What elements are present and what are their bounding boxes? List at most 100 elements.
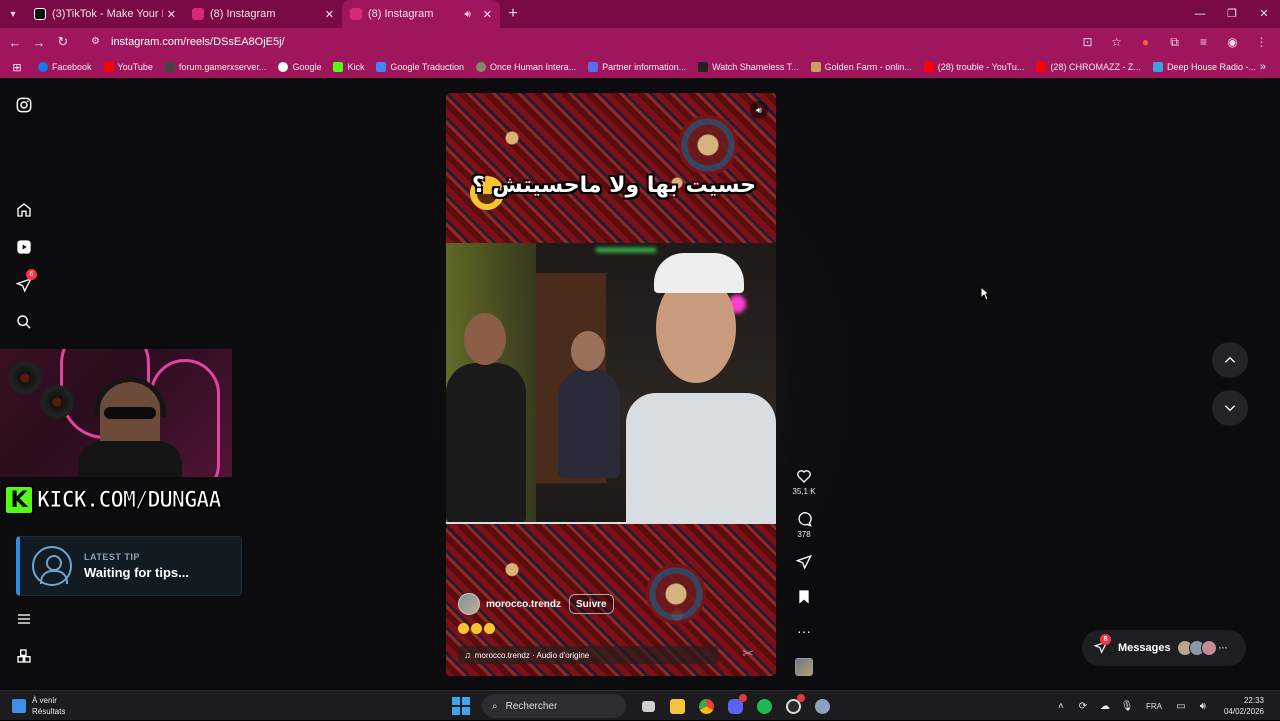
speaker-icon[interactable]: 🔊︎ bbox=[464, 9, 470, 20]
comment-button[interactable]: 378 bbox=[788, 511, 820, 539]
like-button[interactable]: 35,1 K bbox=[788, 468, 820, 496]
tab-instagram-active[interactable]: (8) Instagram 🔊︎ ✕ bbox=[342, 0, 500, 28]
save-button[interactable] bbox=[788, 589, 820, 605]
close-window-icon[interactable]: ✕ bbox=[1248, 0, 1280, 28]
bookmark-item[interactable]: (28) CHROMAZZ - Z... bbox=[1036, 62, 1141, 72]
clock[interactable]: 22:33 04/02/2026 bbox=[1224, 695, 1264, 717]
tab-instagram[interactable]: (8) Instagram ✕ bbox=[184, 0, 342, 28]
install-app-icon[interactable]: ⊡ bbox=[1073, 35, 1102, 49]
direct-messages-icon[interactable]: 6 bbox=[12, 269, 37, 297]
tab-tiktok[interactable]: (3)TikTok - Make Your Day ✕ bbox=[26, 0, 184, 28]
notification-badge bbox=[796, 694, 805, 702]
follow-button[interactable]: Suivre bbox=[569, 594, 614, 614]
sync-icon[interactable]: ⟳ bbox=[1072, 701, 1094, 712]
minimize-icon[interactable]: — bbox=[1184, 0, 1216, 28]
bookmark-item[interactable]: (28) trouble - YouTu... bbox=[923, 62, 1024, 72]
onedrive-icon[interactable]: ☁ bbox=[1094, 701, 1116, 712]
close-icon[interactable]: ✕ bbox=[167, 8, 176, 21]
profile-avatar[interactable]: ◉ bbox=[1218, 35, 1247, 49]
new-tab-button[interactable]: + bbox=[500, 5, 526, 23]
bookmark-item[interactable]: Partner information... bbox=[588, 62, 686, 72]
avatar bbox=[1200, 640, 1217, 656]
settings-icon[interactable] bbox=[811, 694, 835, 718]
instagram-icon bbox=[350, 8, 362, 20]
more-menu-icon[interactable]: ⋮ bbox=[1247, 35, 1276, 49]
bookmark-label: Once Human Intera... bbox=[490, 62, 577, 72]
bookmark-item[interactable]: Watch Shameless T... bbox=[698, 62, 799, 72]
partner-icon bbox=[588, 62, 599, 72]
bookmark-item[interactable]: YouTube bbox=[103, 62, 153, 72]
reel-caption: حسيت بها ولا ماحسيتش ؟ bbox=[471, 173, 757, 198]
forward-icon[interactable]: → bbox=[27, 35, 51, 50]
site-info-icon[interactable]: ⚙ bbox=[91, 36, 103, 48]
task-view-icon[interactable] bbox=[637, 694, 661, 718]
tab-title: (3)TikTok - Make Your Day bbox=[52, 8, 163, 20]
search-icon[interactable] bbox=[12, 310, 36, 334]
bookmark-label: YouTube bbox=[117, 62, 153, 72]
windows-start-icon[interactable] bbox=[452, 697, 470, 715]
audio-thumbnail[interactable] bbox=[795, 658, 813, 676]
home-icon[interactable] bbox=[12, 198, 36, 222]
discord-icon[interactable] bbox=[724, 694, 748, 718]
bookmark-item[interactable]: Google Traduction bbox=[376, 62, 464, 72]
reels-icon[interactable] bbox=[12, 235, 36, 259]
bookmark-item[interactable]: Deep House Radio -... bbox=[1152, 62, 1256, 72]
bookmark-star-icon[interactable]: ☆ bbox=[1102, 35, 1131, 49]
chevron-up-icon[interactable]: ˄ bbox=[1050, 701, 1072, 712]
extensions-puzzle-icon[interactable]: ⧉ bbox=[1160, 35, 1189, 50]
post-description-emojis bbox=[458, 623, 495, 634]
taskbar-search[interactable]: ⌕ Rechercher bbox=[482, 694, 626, 718]
audio-attribution[interactable]: ♫ morocco.trendz · Audio d'origine bbox=[458, 646, 718, 664]
more-options-icon[interactable]: ··· bbox=[788, 623, 820, 639]
spotify-icon[interactable] bbox=[753, 694, 777, 718]
next-reel-button[interactable] bbox=[1212, 390, 1248, 426]
bookmark-item[interactable]: forum.gamerxserver... bbox=[164, 62, 266, 72]
volume-icon[interactable]: 🔊︎ bbox=[750, 101, 768, 119]
previous-reel-button[interactable] bbox=[1212, 342, 1248, 378]
tab-title: (8) Instagram bbox=[210, 8, 276, 20]
more-bookmarks-icon[interactable]: » bbox=[1260, 61, 1266, 73]
tip-label: LATEST TIP bbox=[84, 552, 140, 562]
instagram-logo-icon[interactable] bbox=[12, 93, 36, 117]
monitor-icon[interactable]: ▭ bbox=[1170, 701, 1192, 712]
kick-banner: K KICK.COM/DUNGAA bbox=[4, 483, 236, 517]
bookmark-item[interactable]: Once Human Intera... bbox=[476, 62, 576, 72]
menu-icon[interactable] bbox=[12, 607, 36, 631]
reload-icon[interactable]: ↻ bbox=[51, 34, 75, 50]
author-avatar[interactable] bbox=[458, 593, 480, 615]
media-controls-icon[interactable]: ≡ bbox=[1189, 35, 1218, 49]
microphone-icon[interactable]: 🎙︎ bbox=[1116, 701, 1138, 712]
author-username[interactable]: morocco.trendz bbox=[486, 599, 561, 610]
close-icon[interactable]: ✕ bbox=[325, 8, 334, 21]
chrome-icon[interactable] bbox=[695, 694, 719, 718]
close-icon[interactable]: ✕ bbox=[483, 8, 492, 21]
file-explorer-icon[interactable] bbox=[666, 694, 690, 718]
bookmark-item[interactable]: Facebook bbox=[38, 62, 92, 72]
bookmark-item[interactable]: Google bbox=[278, 62, 321, 72]
extension-icon[interactable]: ● bbox=[1131, 35, 1160, 49]
mouse-cursor-icon bbox=[980, 286, 990, 301]
address-bar[interactable]: ⚙ instagram.com/reels/DSsEA8OjE5j/ bbox=[83, 31, 1073, 53]
keyboard-language[interactable]: FRA bbox=[1146, 702, 1162, 711]
apps-grid-icon[interactable]: ⊞ bbox=[6, 61, 28, 74]
messages-button[interactable]: 8 Messages ··· bbox=[1082, 630, 1246, 666]
obs-icon[interactable] bbox=[782, 694, 806, 718]
bookmark-item[interactable]: Golden Farm - onlin... bbox=[810, 62, 912, 72]
instagram-icon bbox=[192, 8, 204, 20]
weather-widget[interactable]: À venir Résultats bbox=[12, 695, 65, 717]
share-button[interactable] bbox=[788, 554, 820, 570]
comment-count: 378 bbox=[797, 530, 811, 539]
widget-line-1: À venir bbox=[32, 696, 57, 705]
more-apps-icon[interactable] bbox=[12, 644, 36, 668]
maximize-icon[interactable]: ❐ bbox=[1216, 0, 1248, 28]
bookmark-item[interactable]: Kick bbox=[333, 62, 364, 72]
back-icon[interactable]: ← bbox=[3, 35, 27, 50]
tab-search-button[interactable]: ▾ bbox=[0, 0, 26, 28]
tab-strip: ▾ (3)TikTok - Make Your Day ✕ (8) Instag… bbox=[0, 0, 1280, 28]
volume-icon[interactable]: 🔊︎ bbox=[1192, 701, 1214, 712]
capcut-watermark-icon: ✂ bbox=[742, 645, 754, 661]
webcam-overlay bbox=[0, 349, 232, 477]
reel-video[interactable]: حسيت بها ولا ماحسيتش ؟ 🔊︎ morocco.trendz… bbox=[446, 93, 776, 676]
time: 22:33 bbox=[1243, 696, 1264, 705]
sunglasses bbox=[104, 407, 156, 419]
